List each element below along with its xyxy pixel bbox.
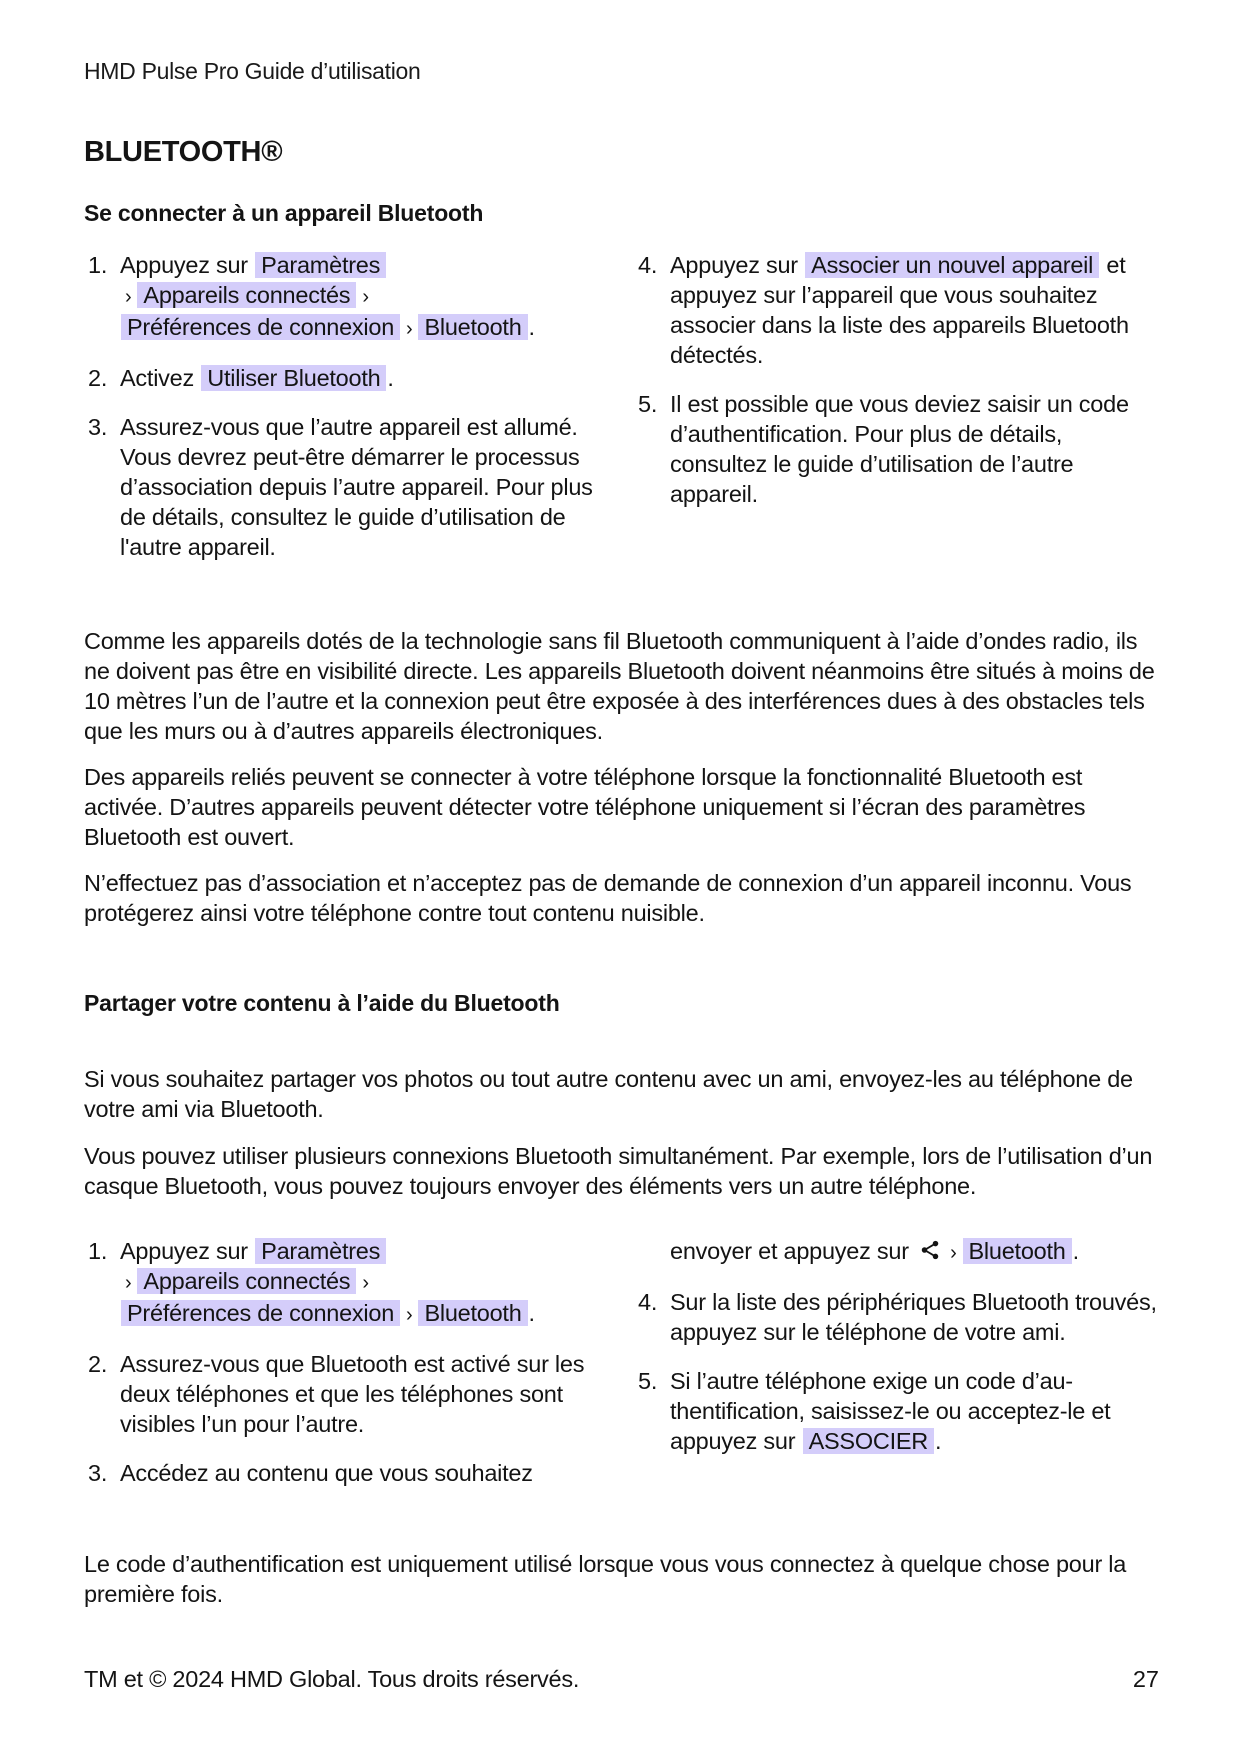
chevron-right-icon: › [362, 286, 369, 308]
step-text: Appuyez sur [120, 252, 248, 278]
share-steps-right: envoyer et appuyez sur › Bluetooth. 4. Su… [634, 1236, 1164, 1475]
step-end: . [387, 365, 394, 391]
step-number: 2. [88, 1351, 108, 1377]
chevron-right-icon: › [125, 286, 132, 308]
menu-path-connected-devices: Appareils connectés [137, 282, 357, 308]
step-end: . [528, 314, 536, 340]
paragraph: N’effectuez pas d’association et n’accep… [84, 870, 1132, 926]
menu-path-bluetooth: Bluetooth [418, 314, 528, 340]
menu-path-connected-devices: Appareils connectés [137, 1268, 357, 1294]
menu-path-connection-preferences: Préférences de connexion [121, 314, 401, 340]
list-item: 1. Appuyez sur Paramètres › Appareils con… [84, 1236, 604, 1330]
step-text: Activez [120, 365, 194, 391]
list-item: 5. Si l’autre téléphone exige un code d’… [634, 1366, 1164, 1456]
page-number: 27 [1132, 1666, 1159, 1692]
step-number: 5. [638, 1368, 658, 1394]
paragraph: Vous pouvez utiliser plusieurs connexion… [84, 1143, 1153, 1199]
step-end: . [528, 1300, 536, 1326]
step-number: 3. [88, 1460, 108, 1486]
list-item: 5. Il est possible que vous deviez saisi… [634, 389, 1164, 509]
closing-paragraph: Le code d’authentification est uniquemen… [84, 1551, 1127, 1607]
step-number: 4. [638, 252, 658, 278]
menu-path-settings: Paramètres [255, 1238, 387, 1264]
step-text: envoyer et appuyez sur [670, 1238, 909, 1264]
list-item: 2. Activez Utiliser Bluetooth. [84, 363, 604, 393]
step-end: . [935, 1428, 942, 1454]
step-number: 1. [88, 252, 108, 278]
chevron-right-icon: › [362, 1272, 369, 1294]
connect-subtitle: Se connecter à un appareil Bluetooth [84, 200, 484, 226]
chevron-right-icon: › [406, 318, 413, 340]
share-icon [921, 1240, 939, 1260]
section-title: BLUETOOTH® [84, 136, 283, 168]
step-text: Accédez au contenu que vous souhaitez [120, 1460, 533, 1486]
step-number: 5. [638, 391, 658, 417]
menu-path-bluetooth: Bluetooth [962, 1238, 1072, 1264]
step-number: 2. [88, 365, 108, 391]
step-text: Il est possible que vous deviez saisir u… [670, 391, 1129, 507]
list-item: 3. Accédez au contenu que vous souhaitez [84, 1458, 604, 1488]
step-text: Sur la liste des périphériques Bluetooth… [670, 1289, 1157, 1345]
step-number: 3. [88, 414, 108, 440]
step-text: Assurez-vous que l’autre appareil est al… [120, 414, 593, 560]
list-item: 4. Sur la liste des périphériques Blueto… [634, 1287, 1164, 1347]
menu-path-pair: ASSOCIER [802, 1428, 935, 1454]
menu-path-connection-preferences: Préférences de connexion [121, 1300, 401, 1326]
step-text: Assurez-vous que Bluetooth est activé su… [120, 1351, 585, 1437]
list-item: 2. Assurez-vous que Bluetooth est activé… [84, 1349, 604, 1439]
connect-steps-left: 1. Appuyez sur Paramètres › Appareils con… [84, 250, 604, 581]
step-end: . [1072, 1238, 1080, 1264]
menu-path-use-bluetooth: Utiliser Bluetooth [201, 365, 387, 391]
chevron-right-icon: › [950, 1242, 957, 1264]
step-text: Appuyez sur [670, 252, 798, 278]
list-item: 1. Appuyez sur Paramètres › Appareils con… [84, 250, 604, 344]
paragraph: Si vous souhaitez partager vos photos ou… [84, 1066, 1133, 1122]
running-header: HMD Pulse Pro Guide d’utilisation [84, 58, 421, 84]
list-item-continued: envoyer et appuyez sur › Bluetooth. [634, 1236, 1164, 1268]
paragraph: Des appareils reliés peuvent se connecte… [84, 764, 1086, 850]
menu-path-bluetooth: Bluetooth [418, 1300, 528, 1326]
chevron-right-icon: › [125, 1272, 132, 1294]
paragraph: Comme les appareils dotés de la technolo… [84, 628, 1155, 744]
list-item: 3. Assurez-vous que l’autre appareil est… [84, 412, 604, 562]
step-number: 4. [638, 1289, 658, 1315]
footer-copyright: TM et © 2024 HMD Global. Tous droits rés… [84, 1666, 580, 1692]
menu-path-pair-new-device: Associer un nouvel appareil [805, 252, 1100, 278]
share-steps-left: 1. Appuyez sur Paramètres › Appareils con… [84, 1236, 604, 1507]
step-text: Appuyez sur [120, 1238, 248, 1264]
share-subtitle: Partager votre contenu à l’aide du Bluet… [84, 990, 560, 1016]
connect-steps-right: 4. Appuyez sur Associer un nouvel appare… [634, 250, 1164, 528]
list-item: 4. Appuyez sur Associer un nouvel appare… [634, 250, 1164, 370]
chevron-right-icon: › [406, 1304, 413, 1326]
menu-path-settings: Paramètres [255, 252, 387, 278]
step-number: 1. [88, 1238, 108, 1264]
